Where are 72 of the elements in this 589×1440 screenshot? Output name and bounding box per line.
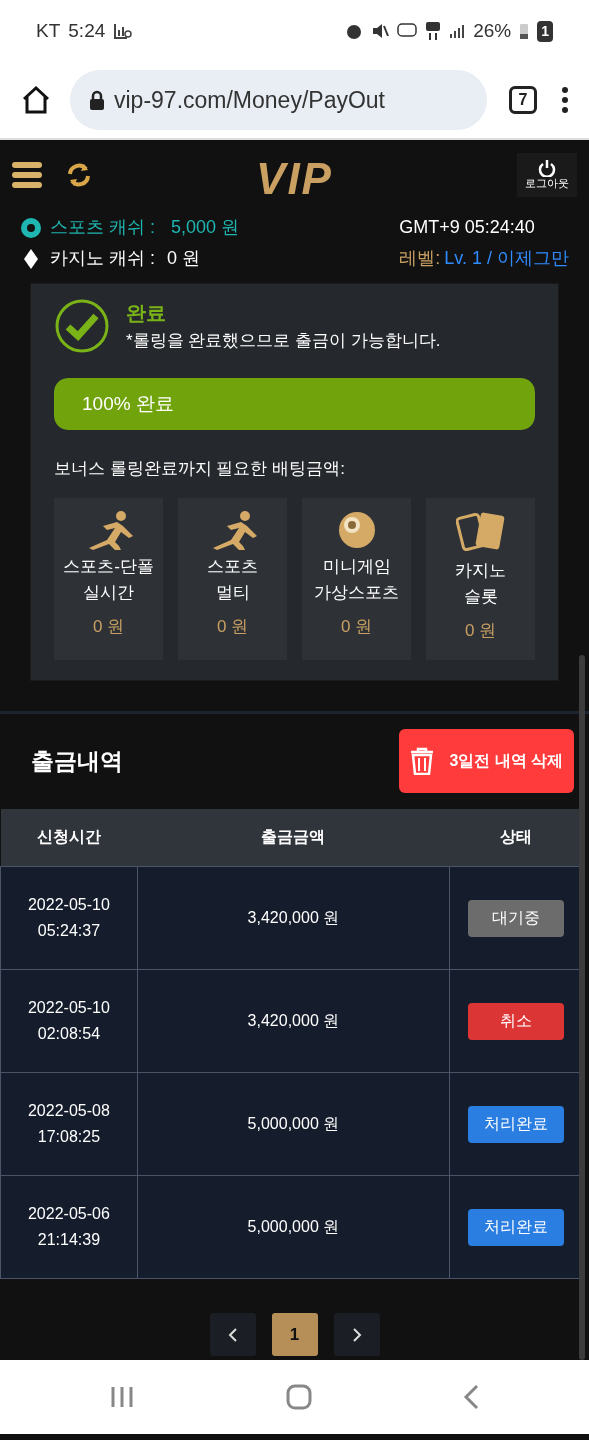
- status-message: *롤링을 완료했으므로 출금이 가능합니다.: [126, 330, 441, 353]
- category-amount: 0 원: [216, 616, 249, 639]
- category-amount: 0 원: [340, 616, 373, 639]
- request-time: 05:24:37: [36, 921, 102, 941]
- level-value: Lv. 1 / 이제그만: [444, 247, 569, 270]
- scrollbar-thumb[interactable]: [579, 655, 585, 1360]
- category-name: 스포츠-단폴: [63, 555, 154, 578]
- page-button[interactable]: 1: [271, 1313, 318, 1356]
- column-header: 출금금액: [261, 828, 326, 846]
- request-time: 02:08:54: [36, 1024, 102, 1044]
- casino-cash-value: 0 원: [167, 247, 201, 270]
- back-icon[interactable]: [463, 1384, 479, 1410]
- chevron-left-icon: [227, 1327, 238, 1344]
- category-amount: 0 원: [464, 620, 497, 643]
- payout-amount: 5,000,000 원: [247, 1218, 340, 1236]
- progress-label: 100% 완료: [82, 391, 174, 416]
- server-clock: GMT+9 05:24:40: [399, 217, 535, 237]
- category-name: 스포츠: [207, 555, 258, 578]
- mute-icon: [371, 22, 390, 40]
- request-date: 2022-05-06: [26, 1204, 111, 1225]
- billiard-ball-icon: [336, 509, 377, 550]
- power-icon: [538, 159, 556, 178]
- sports-cash-value: 5,000 원: [171, 216, 240, 239]
- status-badge: 취소: [468, 1002, 565, 1040]
- category-amount: 0 원: [92, 616, 125, 639]
- request-date: 2022-05-10: [26, 998, 111, 1019]
- notification-badge: 1: [537, 20, 553, 42]
- section-title: 출금내역: [31, 746, 123, 776]
- lock-icon: [88, 89, 106, 111]
- battery-percent: 26%: [473, 18, 512, 43]
- check-circle-icon: [54, 298, 110, 354]
- home-button-icon[interactable]: [285, 1384, 312, 1410]
- menu-icon[interactable]: [12, 161, 42, 189]
- casino-cash-label: 카지노 캐쉬 :: [50, 247, 155, 270]
- trash-icon: [409, 747, 434, 775]
- signal-icon: [449, 23, 466, 39]
- carrier-name: KT: [36, 18, 61, 43]
- category-name: 슬롯: [462, 585, 499, 608]
- status-title: 완료: [126, 301, 167, 327]
- logo: VIP: [256, 153, 333, 205]
- url-field[interactable]: vip-97.com/Money/PayOut: [70, 70, 487, 130]
- delete-history-button[interactable]: 3일전 내역 삭제: [399, 729, 574, 793]
- request-time: 21:14:39: [36, 1230, 102, 1250]
- recent-apps-icon[interactable]: [110, 1385, 134, 1409]
- category-name: 카지노: [455, 559, 506, 582]
- category-name: 멀티: [214, 581, 251, 604]
- more-menu-icon[interactable]: [561, 86, 569, 114]
- battery-icon: [519, 22, 530, 40]
- category-name: 실시간: [82, 581, 135, 604]
- category-name: 미니게임: [321, 555, 392, 578]
- refresh-icon[interactable]: [66, 162, 92, 188]
- payout-amount: 3,420,000 원: [247, 1012, 340, 1030]
- chart-search-icon: [113, 22, 134, 40]
- request-date: 2022-05-10: [26, 895, 111, 916]
- chevron-right-icon: [351, 1327, 362, 1344]
- status-badge: 처리완료: [468, 1105, 565, 1143]
- column-header: 신청시간: [36, 828, 101, 846]
- home-icon[interactable]: [20, 84, 52, 116]
- required-amount-label: 보너스 롤링완료까지 필요한 배팅금액:: [54, 458, 346, 480]
- level-label: 레벨:: [399, 247, 441, 270]
- request-time: 17:08:25: [36, 1127, 102, 1147]
- request-date: 2022-05-08: [26, 1101, 111, 1122]
- payout-amount: 3,420,000 원: [247, 909, 340, 927]
- tab-count-button[interactable]: 7: [509, 86, 537, 114]
- clock-time: 5:24: [68, 18, 106, 43]
- logout-button[interactable]: 로그아웃: [517, 153, 577, 197]
- sports-cash-label: 스포츠 캐쉬 :: [50, 216, 155, 239]
- status-badge: 처리완료: [468, 1208, 565, 1246]
- category-name: 가상스포츠: [314, 581, 399, 604]
- payout-amount: 5,000,000 원: [247, 1115, 340, 1133]
- column-header: 상태: [500, 828, 533, 846]
- status-badge: 대기중: [468, 899, 565, 937]
